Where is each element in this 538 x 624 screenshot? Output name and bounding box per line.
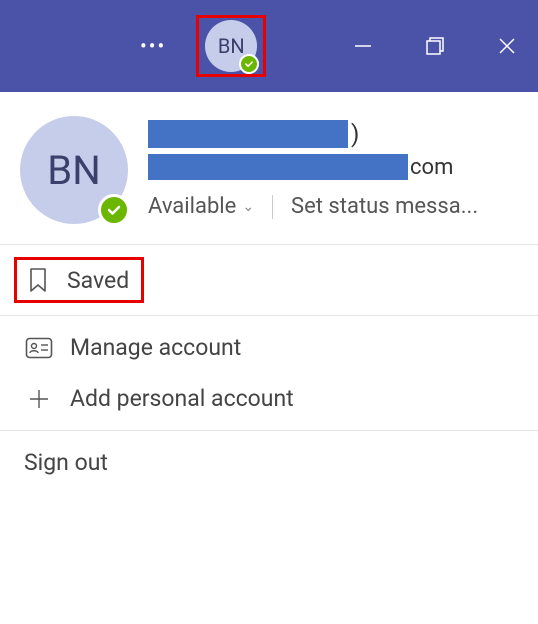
titlebar-left: ••• BN <box>140 15 266 77</box>
avatar-small[interactable]: BN <box>205 20 257 72</box>
plus-icon <box>24 387 54 411</box>
id-card-icon <box>24 337 54 359</box>
sign-out-item[interactable]: Sign out <box>0 431 538 494</box>
saved-item[interactable]: Saved <box>14 257 144 303</box>
status-message-label: Set status messa... <box>291 194 478 219</box>
titlebar: ••• BN <box>0 0 538 92</box>
separator <box>272 195 273 219</box>
manage-account-label: Manage account <box>70 334 241 361</box>
avatar-highlight-box: BN <box>196 15 266 77</box>
email-row: com <box>148 154 518 180</box>
saved-label: Saved <box>67 267 129 294</box>
manage-account-item[interactable]: Manage account <box>0 322 538 373</box>
add-personal-label: Add personal account <box>70 385 294 412</box>
close-button[interactable] <box>496 35 518 57</box>
chevron-down-icon: ⌄ <box>242 199 254 215</box>
status-row: Available ⌄ Set status messa... <box>148 194 518 219</box>
presence-selector[interactable]: Available ⌄ <box>148 194 254 219</box>
saved-section: Saved <box>0 245 538 315</box>
presence-label: Available <box>148 194 236 219</box>
profile-section: BN ) com Available ⌄ Set status messa... <box>0 92 538 244</box>
add-personal-account-item[interactable]: Add personal account <box>0 373 538 424</box>
name-suffix: ) <box>351 120 359 148</box>
presence-available-icon <box>98 194 130 226</box>
presence-available-icon <box>239 54 259 74</box>
more-icon[interactable]: ••• <box>140 34 166 58</box>
name-row: ) <box>148 120 518 148</box>
avatar-large[interactable]: BN <box>20 116 128 224</box>
profile-info: ) com Available ⌄ Set status messa... <box>148 116 518 219</box>
bookmark-icon <box>23 266 53 294</box>
email-redacted <box>148 154 408 180</box>
name-redacted <box>148 120 348 148</box>
set-status-message[interactable]: Set status messa... <box>291 194 478 219</box>
maximize-button[interactable] <box>424 35 446 57</box>
minimize-button[interactable] <box>352 35 374 57</box>
sign-out-label: Sign out <box>24 449 108 476</box>
avatar-small-initials: BN <box>218 34 245 58</box>
avatar-large-initials: BN <box>47 147 100 194</box>
email-suffix: com <box>410 155 453 180</box>
account-section: Manage account Add personal account <box>0 316 538 430</box>
window-controls <box>352 35 518 57</box>
